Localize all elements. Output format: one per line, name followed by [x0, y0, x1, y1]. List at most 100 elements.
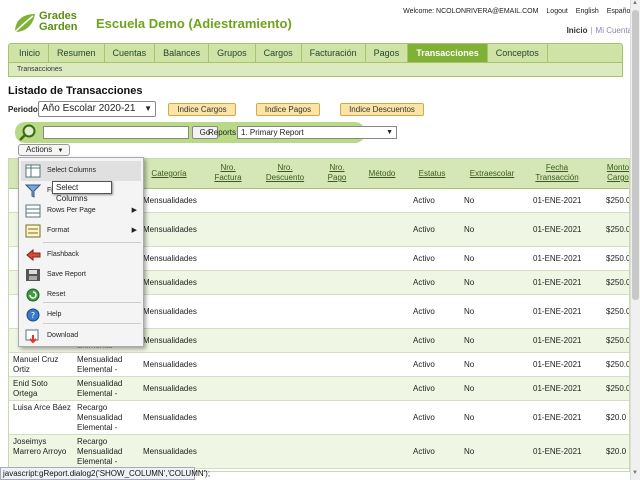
tab-grupos[interactable]: Grupos	[209, 44, 256, 62]
col-extraescolar[interactable]: Extraescolar	[464, 169, 520, 179]
menu-item-select-columns[interactable]: Select Columns	[21, 161, 141, 181]
cell-fecha: 01-ENE-2021	[533, 413, 582, 422]
search-icon[interactable]	[18, 123, 38, 142]
menu-item-label: Reset	[47, 291, 66, 298]
tab-balances[interactable]: Balances	[155, 44, 210, 62]
reports-value: 1. Primary Report	[241, 128, 304, 137]
mi-cuenta-link[interactable]: Mi Cuenta	[596, 26, 632, 35]
cell-categoria: Mensualidades	[143, 413, 197, 422]
cell-fecha: 01-ENE-2021	[533, 225, 582, 234]
cell-categoria: Mensualidades	[143, 254, 197, 263]
menu-separator	[43, 302, 141, 303]
menu-item-format[interactable]: Format ▶	[21, 221, 141, 241]
cell-monto: $250.0	[606, 225, 630, 234]
scrollbar-thumb[interactable]	[632, 10, 639, 300]
table-row[interactable]: Manuel Cruz Ortiz Mensualidad Elemental -…	[9, 353, 629, 377]
scroll-up-icon[interactable]: ▲	[632, 0, 638, 6]
cell-estatus: Activo	[413, 254, 435, 263]
cell-categoria: Mensualidades	[143, 307, 197, 316]
col-monto-cargo[interactable]: Monto Cargo	[601, 163, 629, 183]
menu-item-flashback[interactable]: Flashback	[21, 245, 141, 265]
cell-fecha: 01-ENE-2021	[533, 336, 582, 345]
tab-pagos[interactable]: Pagos	[366, 44, 409, 62]
inicio-link[interactable]: Inicio	[567, 26, 588, 35]
tab-cuentas[interactable]: Cuentas	[105, 44, 156, 62]
subnav-item-transacciones[interactable]: Transacciones	[17, 66, 62, 73]
menu-separator	[43, 242, 141, 243]
svg-text:?: ?	[31, 311, 35, 320]
tab-conceptos[interactable]: Conceptos	[488, 44, 548, 62]
col-fecha-transaccion[interactable]: Fecha Transacción	[531, 163, 583, 183]
col-estatus[interactable]: Estatus	[412, 169, 452, 179]
rows-per-page-icon	[25, 204, 41, 218]
cell-extraescolar: No	[464, 196, 475, 205]
cell-categoria: Mensualidades	[143, 196, 197, 205]
actions-button[interactable]: Actions ▼	[18, 144, 70, 156]
cell-nombre: Enid Soto Ortega	[13, 379, 48, 398]
tab-transacciones[interactable]: Transacciones	[408, 44, 488, 62]
cell-fecha: 01-ENE-2021	[533, 447, 582, 456]
cell-categoria: Mensualidades	[143, 360, 197, 369]
filter-icon	[25, 184, 41, 198]
browser-status-bar: javascript:gReport.dialog2('SHOW_COLUMN'…	[0, 467, 210, 480]
menu-item-label: Help	[47, 311, 62, 318]
report-search-bar: Go Reports 1. Primary Report ▼	[15, 122, 397, 143]
english-link[interactable]: English	[576, 8, 599, 15]
reports-select[interactable]: 1. Primary Report ▼	[237, 126, 397, 139]
school-title: Escuela Demo (Adiestramiento)	[96, 16, 292, 31]
menu-item-label: Select Columns	[47, 167, 97, 174]
periodo-label: Periodo	[8, 105, 38, 114]
cell-monto: $250.0	[606, 278, 630, 287]
reset-icon	[26, 288, 40, 302]
scroll-down-icon[interactable]: ▼	[632, 470, 638, 476]
col-categoria[interactable]: Categoría	[139, 169, 199, 179]
main-nav: Inicio Resumen Cuentas Balances Grupos Cargos…	[8, 43, 623, 63]
cell-extraescolar: No	[464, 307, 475, 316]
leaf-logo-icon	[14, 14, 35, 33]
page-title: Listado de Transacciones	[8, 85, 143, 97]
cell-estatus: Activo	[413, 196, 435, 205]
tab-resumen[interactable]: Resumen	[49, 44, 105, 62]
menu-item-label: Rows Per Page	[47, 207, 96, 214]
periodo-select[interactable]: Año Escolar 2020-21 ▼	[38, 101, 156, 117]
menu-item-download[interactable]: Download	[21, 326, 141, 346]
logo-text: Grades Garden	[39, 11, 78, 33]
cell-concepto: Mensualidad Elemental -	[77, 355, 123, 374]
indice-cargos-button[interactable]: Indice Cargos	[168, 103, 236, 116]
chevron-down-icon: ▼	[57, 148, 64, 154]
logout-link[interactable]: Logout	[546, 8, 567, 15]
app-header: Grades Garden Escuela Demo (Adiestramien…	[0, 0, 640, 42]
cell-extraescolar: No	[464, 278, 475, 287]
tab-inicio[interactable]: Inicio	[11, 44, 50, 62]
search-input[interactable]	[43, 126, 189, 139]
espanol-link[interactable]: Español	[607, 8, 632, 15]
col-metodo[interactable]: Método	[364, 169, 400, 179]
cell-concepto: Recargo Mensualidad Elemental -	[77, 437, 123, 466]
cell-extraescolar: No	[464, 254, 475, 263]
tab-cargos[interactable]: Cargos	[256, 44, 302, 62]
actions-label: Actions	[26, 145, 53, 154]
cell-estatus: Activo	[413, 336, 435, 345]
cell-monto: $20.0	[606, 447, 627, 456]
indice-pagos-button[interactable]: Indice Pagos	[256, 103, 320, 116]
top-links: Welcome: NCOLONRIVERA@EMAIL.COM Logout E…	[397, 8, 632, 15]
cell-concepto: Recargo Mensualidad Elemental -	[77, 403, 123, 432]
grades-garden-logo[interactable]: Grades Garden	[11, 9, 91, 35]
cell-fecha: 01-ENE-2021	[533, 196, 582, 205]
page-scrollbar[interactable]: ▲ ▼	[630, 0, 640, 480]
download-icon	[25, 329, 39, 343]
col-nro-pago[interactable]: Nro. Pago	[325, 163, 349, 183]
cell-fecha: 01-ENE-2021	[533, 384, 582, 393]
indice-descuentos-button[interactable]: Indice Descuentos	[340, 103, 424, 116]
tab-facturaci-n[interactable]: Facturación	[302, 44, 366, 62]
chevron-down-icon: ▼	[144, 104, 152, 113]
menu-item-save-report[interactable]: Save Report	[21, 265, 141, 285]
menu-item-rows-per-page[interactable]: Rows Per Page ▶	[21, 201, 141, 221]
table-row[interactable]: Joseimys Marrero Arroyo Recargo Mensualid…	[9, 435, 629, 469]
col-nro-factura[interactable]: Nro. Factura	[209, 163, 247, 183]
table-row[interactable]: Enid Soto Ortega Mensualidad Elemental - M…	[9, 377, 629, 401]
col-nro-descuento[interactable]: Nro. Descuento	[259, 163, 311, 183]
cell-monto: $250.0	[606, 196, 630, 205]
table-row[interactable]: Luisa Arce Báez Recargo Mensualidad Eleme…	[9, 401, 629, 435]
menu-item-help[interactable]: ? Help	[21, 305, 141, 325]
